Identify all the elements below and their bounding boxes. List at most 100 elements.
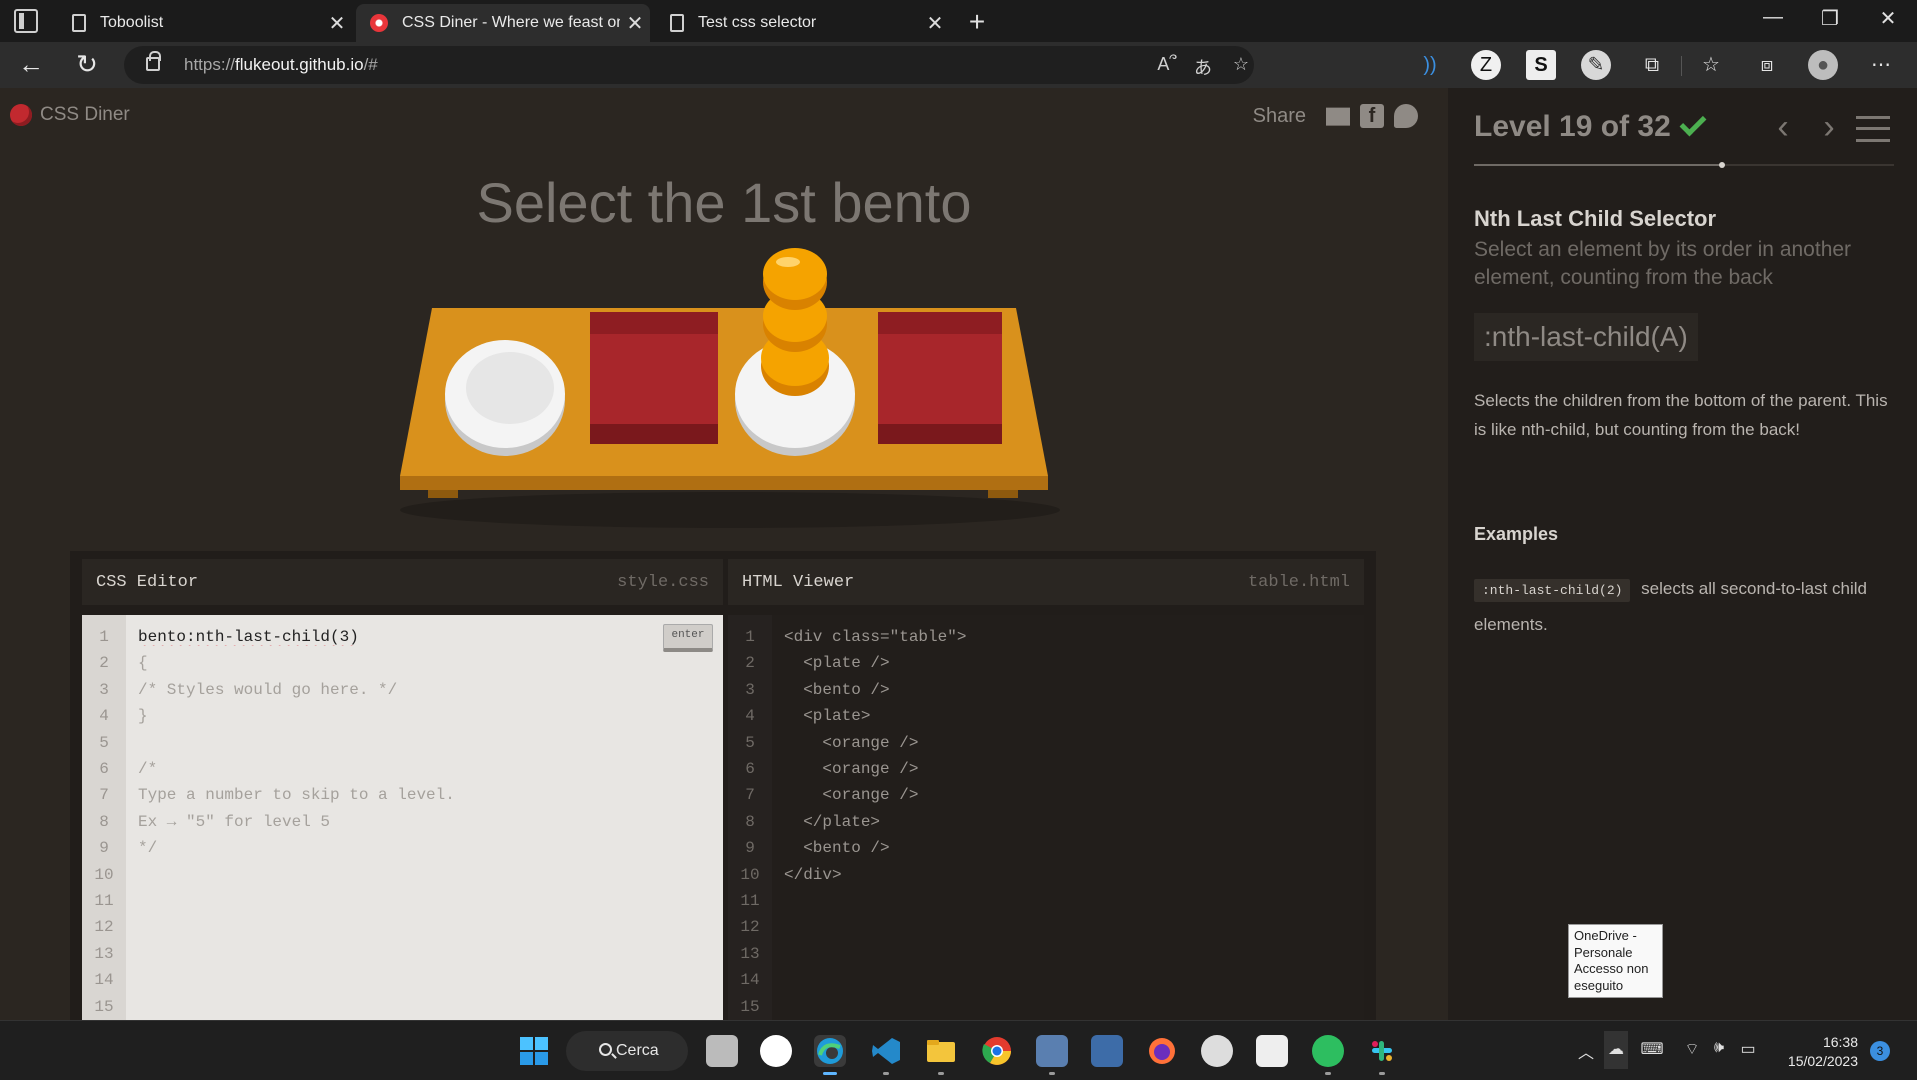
examples-title: Examples: [1474, 524, 1559, 544]
browser-chrome: Toboolist ✕ CSS Diner - Where we feast o…: [0, 0, 1917, 88]
collections-icon[interactable]: ⧈: [1752, 50, 1782, 80]
favorite-add-icon[interactable]: ☆: [1228, 54, 1254, 75]
url-text[interactable]: https://flukeout.github.io/#: [184, 55, 378, 75]
translate-icon[interactable]: あ: [1190, 54, 1216, 80]
line-number: 15: [94, 997, 114, 1016]
chrome-app-icon[interactable]: [981, 1035, 1013, 1067]
clock-app-icon[interactable]: [1201, 1035, 1233, 1067]
menu-icon[interactable]: [1856, 116, 1890, 142]
line-number: 14: [740, 971, 760, 990]
edge-app-icon[interactable]: [814, 1035, 846, 1075]
plate[interactable]: [445, 340, 565, 456]
remote-app-icon[interactable]: [1091, 1035, 1123, 1067]
editors-panel: CSS Editor style.css HTML Viewer table.h…: [70, 551, 1376, 1020]
diner-logo-icon: [10, 104, 32, 126]
tab-toboolist[interactable]: Toboolist ✕: [58, 4, 352, 42]
battery-icon[interactable]: ▭: [1736, 1039, 1760, 1059]
address-bar[interactable]: https://flukeout.github.io/# A՞ あ ☆: [124, 46, 1254, 84]
close-icon[interactable]: ✕: [920, 11, 950, 36]
css-selector-input[interactable]: [138, 624, 638, 650]
close-icon[interactable]: ✕: [620, 11, 650, 36]
line-number: 4: [745, 707, 755, 726]
minimize-button[interactable]: —: [1753, 6, 1793, 29]
taskbar-search[interactable]: Cerca: [566, 1031, 688, 1071]
windows-start-icon[interactable]: [518, 1035, 550, 1067]
lock-icon[interactable]: [146, 51, 161, 71]
line-number: 8: [745, 812, 755, 831]
css-editor-header: CSS Editor style.css: [82, 559, 723, 605]
line-number: 1: [745, 628, 755, 646]
new-tab-button[interactable]: +: [962, 6, 992, 38]
line-number: 9: [99, 839, 109, 858]
close-icon[interactable]: ✕: [322, 11, 352, 36]
line-number: 8: [99, 812, 109, 831]
tab-css-diner[interactable]: CSS Diner - Where we feast on CSS Select…: [356, 4, 650, 42]
window-close-button[interactable]: ✕: [1868, 6, 1908, 31]
code-line: /*: [138, 760, 158, 779]
line-number: 7: [99, 786, 109, 805]
profile-extension-icon[interactable]: ✎: [1581, 50, 1611, 80]
volume-icon[interactable]: 🕪: [1707, 1039, 1731, 1057]
share-bar: Share f: [1253, 104, 1418, 128]
line-number: 2: [99, 654, 109, 673]
zotero-icon[interactable]: Z: [1471, 50, 1501, 80]
email-icon[interactable]: [1326, 107, 1350, 126]
level-progress: [1474, 162, 1894, 168]
read-aloud-icon[interactable]: A՞: [1154, 54, 1180, 75]
share-label: Share: [1252, 104, 1306, 127]
more-icon[interactable]: ⋯: [1866, 50, 1896, 80]
task-view-icon[interactable]: [706, 1035, 738, 1067]
file-explorer-icon[interactable]: [925, 1035, 957, 1075]
restore-button[interactable]: ❐: [1810, 6, 1850, 31]
onedrive-icon[interactable]: ☁: [1604, 1031, 1628, 1069]
favorites-icon[interactable]: ☆: [1696, 50, 1726, 80]
wikipedia-app-icon[interactable]: [760, 1035, 792, 1067]
tab-test-css-selector[interactable]: Test css selector ✕: [656, 4, 950, 42]
firefox-app-icon[interactable]: [1146, 1035, 1178, 1067]
order-instruction: Select the 1st bento: [476, 171, 972, 234]
example-item: :nth-last-child(2) selects all second-to…: [1474, 572, 1894, 642]
bento[interactable]: [878, 312, 1002, 444]
previous-level-button[interactable]: ‹: [1768, 108, 1798, 147]
keyboard-icon[interactable]: ⌨: [1640, 1039, 1664, 1059]
wifi-icon[interactable]: ⌔: [1680, 1039, 1704, 1059]
next-level-button[interactable]: ›: [1814, 108, 1844, 147]
logo[interactable]: CSS Diner: [10, 104, 130, 126]
facebook-icon[interactable]: f: [1360, 104, 1384, 128]
notes-app-icon[interactable]: [1036, 1035, 1068, 1075]
level-header[interactable]: Level 19 of 32: [1474, 109, 1707, 144]
level-sidebar: Level 19 of 32 ‹ › Nth Last Child Select…: [1448, 88, 1917, 1020]
html-viewer-header: HTML Viewer table.html: [728, 559, 1364, 605]
line-number: 6: [745, 760, 755, 779]
refresh-icon[interactable]: ↻: [70, 48, 104, 82]
bento[interactable]: [590, 312, 718, 444]
line-number: 13: [94, 944, 114, 963]
dolby-icon[interactable]: )): [1415, 50, 1445, 80]
terminal-app-icon[interactable]: [1256, 1035, 1288, 1067]
evernote-app-icon[interactable]: [1312, 1035, 1344, 1075]
navigation-bar: ← ↻ https://flukeout.github.io/# A՞ あ ☆ …: [0, 42, 1917, 88]
s-extension-icon[interactable]: S: [1526, 50, 1556, 80]
system-clock[interactable]: 16:38 15/02/2023: [1770, 1033, 1858, 1071]
markup-line: <orange />: [784, 786, 919, 805]
chevron-up-icon[interactable]: ︿: [1574, 1039, 1598, 1063]
code-line: {: [138, 654, 148, 673]
selector-name: Nth Last Child Selector: [1474, 206, 1717, 231]
line-numbers: 1 2 3 4 5 6 7 8 9 10 11 12 13 14 15: [728, 615, 772, 1020]
table-shadow: [400, 492, 1060, 528]
extensions-icon[interactable]: ⧉: [1637, 50, 1667, 80]
notification-badge[interactable]: 3: [1870, 1041, 1890, 1061]
profile-icon[interactable]: ●: [1808, 50, 1838, 80]
twitter-icon[interactable]: [1394, 104, 1418, 128]
tab-actions-icon[interactable]: [14, 9, 38, 33]
slack-app-icon[interactable]: [1366, 1035, 1398, 1075]
tab-title: Test css selector: [698, 14, 817, 31]
vscode-app-icon[interactable]: [870, 1035, 902, 1075]
line-number: 10: [740, 865, 760, 884]
enter-button[interactable]: enter: [663, 624, 713, 652]
back-arrow-icon[interactable]: ←: [14, 48, 48, 82]
markup-line: <bento />: [784, 680, 890, 699]
line-number: 14: [94, 971, 114, 990]
html-markup: <div class="table"> <plate /> <bento /> …: [784, 624, 966, 888]
level-indicator[interactable]: Level 19 of 32: [1474, 110, 1671, 144]
